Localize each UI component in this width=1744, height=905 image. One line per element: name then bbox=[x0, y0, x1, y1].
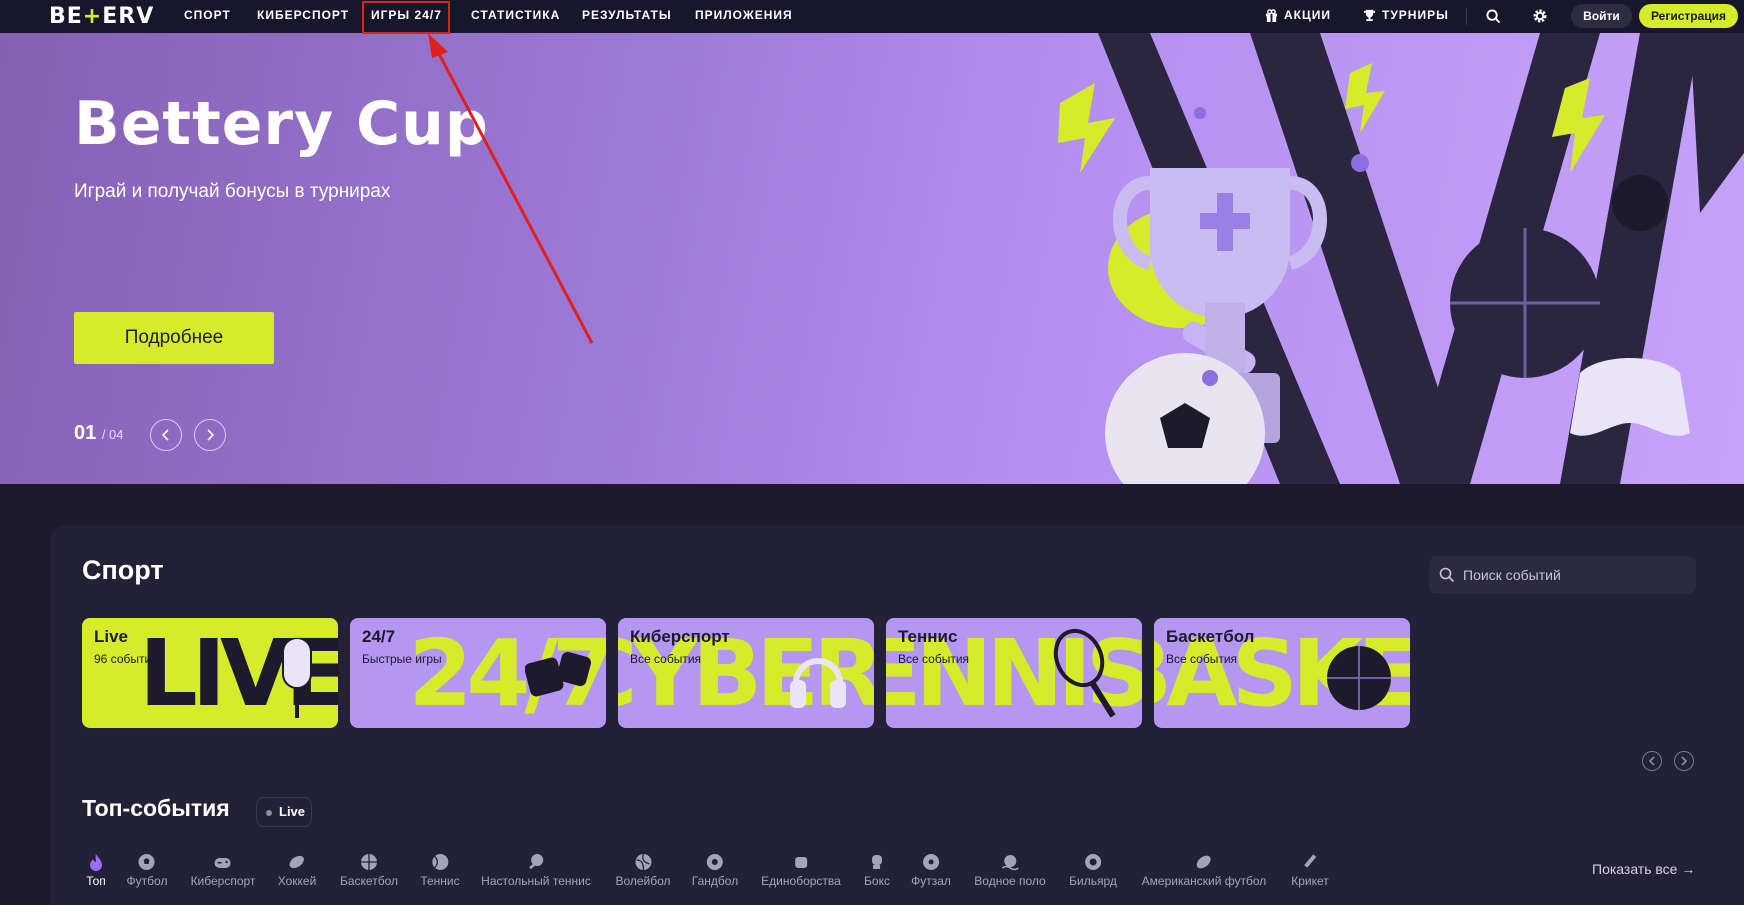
sport-tab-cricket[interactable]: Крикет bbox=[1291, 852, 1329, 888]
sport-tab-billiards[interactable]: Бильярд bbox=[1069, 852, 1117, 888]
search-field[interactable] bbox=[1429, 556, 1696, 594]
hero-title: Bettery Cup bbox=[74, 89, 489, 159]
cricket-bat-icon bbox=[1303, 854, 1317, 868]
chevron-right-icon bbox=[1681, 756, 1688, 766]
card-247[interactable]: 24/7 24/7 Быстрые игры bbox=[350, 618, 606, 728]
nav-sport[interactable]: Спорт bbox=[184, 0, 231, 33]
futsal-ball-icon bbox=[922, 854, 939, 870]
card-tennis[interactable]: TENNIS Теннис Все события bbox=[886, 618, 1142, 728]
hero-prev-button[interactable] bbox=[150, 419, 182, 451]
sport-tab-cybersport[interactable]: Киберспорт bbox=[191, 852, 255, 888]
boxing-glove-icon bbox=[872, 855, 882, 869]
sport-section-title: Спорт bbox=[82, 555, 164, 585]
hero-more-button[interactable]: Подробнее bbox=[74, 312, 274, 364]
nav-apps[interactable]: Приложения bbox=[695, 0, 793, 33]
sport-tab-futsal[interactable]: Футзал bbox=[911, 852, 951, 888]
sport-tab-table-tennis[interactable]: Настольный теннис bbox=[481, 852, 591, 888]
hero-slide-total: / 04 bbox=[101, 427, 124, 442]
fist-icon bbox=[794, 857, 807, 868]
card-tennis-title: Теннис bbox=[898, 627, 958, 646]
nav-tournaments[interactable]: Турниры bbox=[1363, 0, 1449, 33]
live-toggle-label: Live bbox=[279, 804, 306, 819]
sport-tab-volleyball[interactable]: Волейбол bbox=[615, 852, 671, 888]
top-nav: BE+ERV Спорт Киберспорт Игры 24/7 Статис… bbox=[0, 0, 1744, 33]
sport-tab-basketball[interactable]: Баскетбол bbox=[340, 852, 398, 888]
card-live-title: Live bbox=[94, 627, 129, 646]
microphone-icon bbox=[282, 638, 312, 718]
hero-slide-current: 01 bbox=[74, 422, 97, 444]
sport-tab-water-polo[interactable]: Водное поло bbox=[974, 852, 1046, 888]
hero-slide-counter: 01 / 04 bbox=[74, 422, 124, 445]
card-basketball[interactable]: BASKE Баскетбол Все события bbox=[1154, 618, 1410, 728]
logo[interactable]: BE+ERV bbox=[49, 4, 154, 29]
top-events-title: Топ-события bbox=[82, 795, 230, 821]
water-polo-icon bbox=[1001, 855, 1019, 871]
card-tennis-sub: Все события bbox=[898, 652, 970, 666]
card-247-sub: Быстрые игры bbox=[362, 652, 442, 666]
search-icon[interactable] bbox=[1486, 9, 1501, 24]
gift-icon bbox=[1265, 9, 1278, 23]
american-football-icon bbox=[1197, 855, 1211, 869]
sport-tab-tennis[interactable]: Теннис bbox=[420, 852, 460, 888]
gamepad-icon bbox=[214, 858, 231, 868]
card-cybersport[interactable]: CYBER Киберспорт Все события bbox=[618, 618, 874, 728]
tennis-ball-icon bbox=[431, 854, 448, 870]
card-cyber-title: Киберспорт bbox=[630, 627, 730, 646]
nav-promo-label: Акции bbox=[1284, 8, 1332, 22]
login-button[interactable]: Войти bbox=[1571, 4, 1632, 28]
handball-icon bbox=[706, 854, 723, 870]
hero-next-button[interactable] bbox=[194, 419, 226, 451]
live-toggle[interactable]: Live bbox=[256, 797, 312, 827]
card-basket-title: Баскетбол bbox=[1166, 627, 1255, 646]
search-icon bbox=[1439, 567, 1455, 583]
trophy-icon bbox=[1363, 10, 1376, 22]
hero-banner[interactable]: Bettery Cup Играй и получай бонусы в тур… bbox=[0, 33, 1744, 484]
nav-highlight-box bbox=[362, 1, 450, 34]
register-button[interactable]: Регистрация bbox=[1639, 4, 1738, 28]
card-basket-sub: Все события bbox=[1166, 652, 1238, 666]
nav-cybersport[interactable]: Киберспорт bbox=[257, 0, 349, 33]
sport-tab-boxing[interactable]: Бокс bbox=[864, 852, 890, 888]
hero-subtitle: Играй и получай бонусы в турнирах bbox=[74, 181, 391, 202]
nav-tournaments-label: Турниры bbox=[1382, 8, 1449, 22]
flame-icon bbox=[90, 854, 102, 871]
basketball-icon bbox=[1327, 646, 1391, 710]
nav-results[interactable]: Результаты bbox=[582, 0, 672, 33]
cards-next-button[interactable] bbox=[1674, 751, 1694, 771]
chevron-right-icon bbox=[207, 429, 215, 441]
gear-icon[interactable] bbox=[1532, 8, 1548, 24]
sport-tab-martial-arts[interactable]: Единоборства bbox=[761, 852, 841, 888]
sport-tab-football[interactable]: Футбол bbox=[127, 852, 167, 888]
card-live-sub: 96 событий bbox=[94, 652, 158, 666]
soccer-ball-icon bbox=[139, 854, 155, 870]
ping-pong-icon bbox=[529, 854, 543, 870]
basketball-icon bbox=[361, 854, 377, 870]
hockey-icon bbox=[289, 855, 305, 869]
sport-tab-american-football[interactable]: Американский футбол bbox=[1142, 852, 1266, 888]
search-input[interactable] bbox=[1461, 556, 1686, 594]
sport-tab-handball[interactable]: Гандбол bbox=[692, 852, 738, 888]
hero-trophy-illustration bbox=[1058, 33, 1744, 484]
show-all-link[interactable]: Показать все → bbox=[1592, 861, 1695, 877]
dice-icon bbox=[525, 651, 592, 697]
tennis-racket-icon bbox=[1053, 628, 1116, 718]
nav-statistics[interactable]: Статистика bbox=[471, 0, 560, 33]
headphones-icon bbox=[790, 658, 846, 708]
nav-divider bbox=[1466, 8, 1467, 25]
billiard-ball-icon bbox=[1084, 854, 1101, 870]
cards-prev-button[interactable] bbox=[1642, 751, 1662, 771]
sport-tab-top[interactable]: Топ bbox=[86, 852, 106, 888]
sport-tab-hockey[interactable]: Хоккей bbox=[278, 852, 316, 888]
volleyball-icon bbox=[634, 853, 651, 871]
card-247-title: 24/7 bbox=[362, 627, 396, 646]
card-live[interactable]: LIVE Live 96 событий bbox=[82, 618, 338, 728]
chevron-left-icon bbox=[1648, 756, 1655, 766]
live-dot bbox=[266, 810, 272, 816]
chevron-left-icon bbox=[161, 429, 169, 441]
card-cyber-sub: Все события bbox=[630, 652, 702, 666]
nav-promo[interactable]: Акции bbox=[1265, 0, 1331, 33]
